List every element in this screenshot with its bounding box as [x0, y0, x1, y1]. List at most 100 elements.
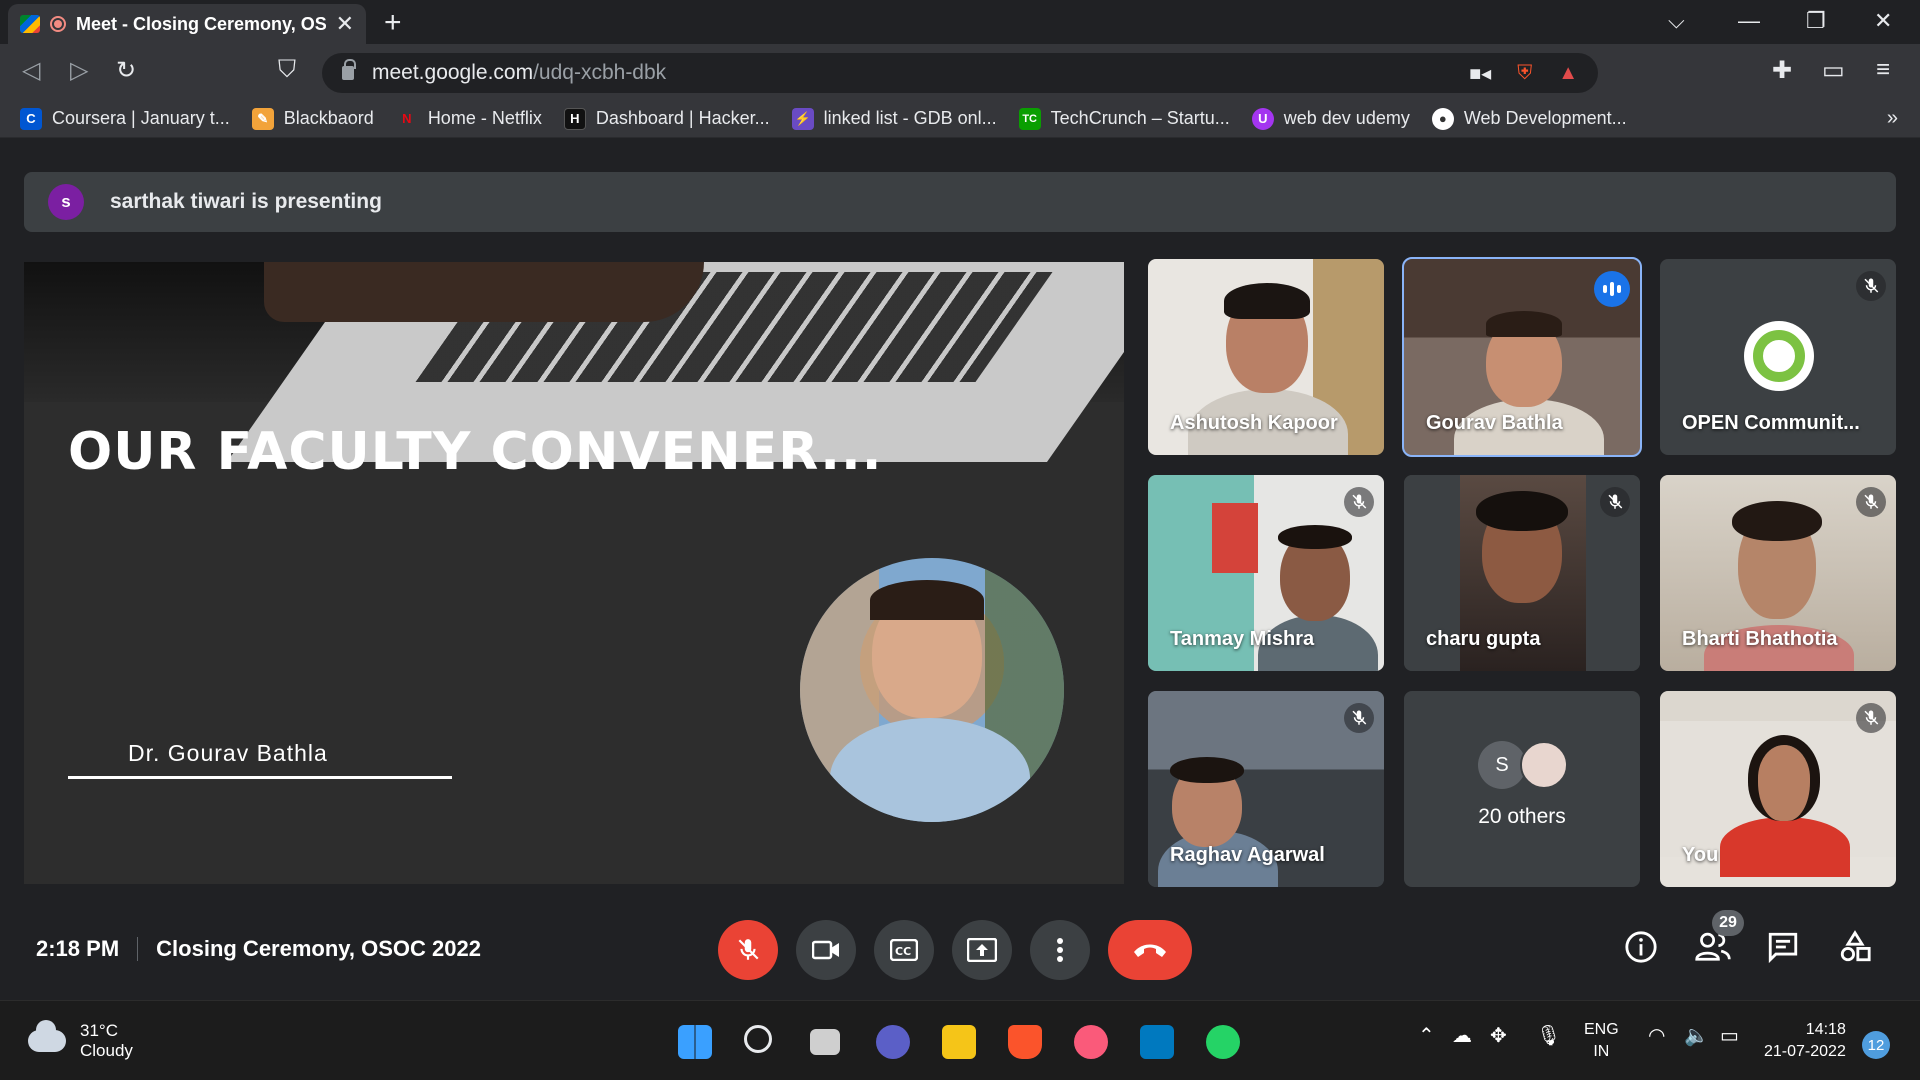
dropbox-icon[interactable]: ✥ — [1490, 1023, 1507, 1048]
separator — [137, 937, 139, 961]
bookmark-label: Web Development... — [1463, 108, 1627, 128]
participant-tile-raghav-agarwal[interactable]: Raghav Agarwal — [1148, 691, 1384, 887]
laptop-keyboard-image — [24, 262, 1124, 462]
search-icon[interactable] — [744, 1025, 772, 1053]
whatsapp-icon[interactable] — [1206, 1025, 1240, 1059]
more-bookmarks-icon[interactable]: » — [1887, 107, 1898, 130]
volume-icon[interactable]: 🔈 — [1684, 1023, 1709, 1048]
new-tab-button[interactable]: + — [384, 6, 402, 40]
video-camera-icon — [812, 940, 839, 960]
tab-search-chevron-icon[interactable]: ⌵ — [1668, 8, 1685, 34]
bookmark-label: Coursera | January t... — [52, 108, 230, 128]
captions-button[interactable]: CC — [874, 920, 934, 980]
input-language-indicator[interactable]: ENG IN — [1584, 1019, 1619, 1063]
onedrive-cloud-icon[interactable]: ☁ — [1452, 1023, 1472, 1048]
udemy-icon: U — [1251, 107, 1274, 130]
camera-in-use-icon[interactable]: ■◂ — [1469, 61, 1491, 86]
convener-photo — [800, 558, 1064, 822]
camera-toggle-button[interactable] — [796, 920, 856, 980]
bookmark-hackerrank[interactable]: H Dashboard | Hacker... — [563, 107, 770, 130]
present-now-button[interactable] — [952, 920, 1012, 980]
bookmark-web-development[interactable]: ● Web Development... — [1431, 107, 1627, 130]
participant-name: Gourav Bathla — [1426, 412, 1563, 434]
participant-tile-others[interactable]: S 20 others — [1404, 691, 1640, 887]
microphone-toggle-button[interactable] — [718, 920, 778, 980]
address-bar[interactable]: meet.google.com /udq-xcbh-dbk ■◂ ⛨ ▲ — [322, 53, 1598, 93]
meeting-details-button[interactable] — [1624, 930, 1658, 971]
bookmark-icon[interactable]: ⛉ — [278, 56, 296, 84]
back-button[interactable]: ◁ — [22, 56, 40, 85]
notification-count-badge[interactable]: 12 — [1862, 1031, 1890, 1059]
others-avatar-photo — [1520, 741, 1568, 789]
weather-widget[interactable]: 31°C Cloudy — [28, 1020, 133, 1061]
teams-chat-icon[interactable] — [876, 1025, 910, 1059]
others-avatar: S — [1478, 741, 1526, 789]
bookmark-techcrunch[interactable]: TC TechCrunch – Startu... — [1018, 107, 1230, 130]
participant-tile-charu-gupta[interactable]: charu gupta — [1404, 475, 1640, 671]
participant-tile-ashutosh-kapoor[interactable]: Ashutosh Kapoor — [1148, 259, 1384, 455]
extensions-puzzle-icon[interactable]: ✚ — [1772, 56, 1792, 85]
forward-button[interactable]: ▷ — [70, 56, 88, 85]
wifi-icon[interactable]: ◠ — [1648, 1023, 1665, 1048]
language-code: ENG — [1584, 1021, 1619, 1038]
hang-up-icon — [1134, 944, 1166, 957]
muted-mic-icon — [1344, 703, 1374, 733]
url-path: /udq-xcbh-dbk — [533, 61, 667, 84]
chat-icon — [1768, 932, 1798, 964]
chat-button[interactable] — [1766, 930, 1800, 971]
cloudy-weather-icon — [28, 1020, 66, 1052]
bookmark-label: linked list - GDB onl... — [823, 108, 997, 128]
bookmark-label: Blackbaord — [283, 108, 374, 128]
meeting-time: 2:18 PM — [36, 936, 120, 961]
show-hidden-icons-chevron-icon[interactable]: ⌃ — [1418, 1023, 1435, 1048]
participant-name: Raghav Agarwal — [1170, 844, 1325, 866]
file-explorer-icon[interactable] — [942, 1025, 976, 1059]
tab-title: Meet - Closing Ceremony, OSC — [76, 13, 326, 34]
participant-tile-gourav-bathla[interactable]: Gourav Bathla — [1402, 257, 1642, 457]
presenting-banner: s sarthak tiwari is presenting — [24, 172, 1896, 232]
leave-call-button[interactable] — [1108, 920, 1192, 980]
participant-tile-bharti-bhathotia[interactable]: Bharti Bhathotia — [1660, 475, 1896, 671]
reload-button[interactable]: ↻ — [116, 56, 136, 85]
bookmark-blackboard[interactable]: ✎ Blackbaord — [251, 107, 374, 130]
battery-icon[interactable]: ▭ — [1720, 1023, 1739, 1048]
participant-name: OPEN Communit... — [1682, 412, 1860, 434]
brave-shields-icon[interactable]: ⛨ — [1517, 62, 1532, 85]
show-everyone-button[interactable] — [1694, 930, 1732, 971]
trello-icon[interactable] — [1140, 1025, 1174, 1059]
minimize-button[interactable]: — — [1738, 8, 1760, 34]
brave-rewards-icon[interactable]: ▲ — [1558, 62, 1578, 85]
brave-browser-icon[interactable] — [1008, 1025, 1042, 1059]
region-code: IN — [1593, 1043, 1610, 1060]
bookmark-gdb[interactable]: ⚡ linked list - GDB onl... — [791, 107, 997, 130]
participant-tile-tanmay-mishra[interactable]: Tanmay Mishra — [1148, 475, 1384, 671]
blackboard-icon: ✎ — [251, 107, 274, 130]
participant-tile-open-community[interactable]: OPEN Communit... — [1660, 259, 1896, 455]
task-view-icon[interactable] — [810, 1029, 840, 1055]
presentation-slide: OUR FACULTY CONVENER... Dr. Gourav Bathl… — [24, 262, 1124, 884]
itunes-music-icon[interactable] — [1074, 1025, 1108, 1059]
slide-heading: OUR FACULTY CONVENER... — [68, 422, 883, 482]
participant-tile-you[interactable]: You — [1660, 691, 1896, 887]
temperature: 31°C — [80, 1021, 118, 1040]
bookmark-netflix[interactable]: N Home - Netflix — [396, 108, 542, 130]
bookmark-udemy[interactable]: U web dev udemy — [1251, 107, 1410, 130]
activities-shapes-icon — [1840, 930, 1871, 962]
bookmark-coursera[interactable]: C Coursera | January t... — [20, 107, 230, 130]
system-clock[interactable]: 14:18 21-07-2022 — [1764, 1019, 1846, 1063]
windows-start-icon[interactable] — [678, 1025, 712, 1059]
close-window-button[interactable]: ✕ — [1874, 8, 1892, 34]
microphone-tray-icon[interactable]: 🎙 — [1536, 1023, 1561, 1048]
wallet-icon[interactable]: ▭ — [1822, 56, 1845, 85]
web-dev-icon: ● — [1431, 107, 1454, 130]
browser-toolbar: ◁ ▷ ↻ ⛉ meet.google.com /udq-xcbh-dbk ■◂… — [0, 44, 1920, 100]
activities-button[interactable] — [1838, 930, 1872, 971]
browser-tab-meet[interactable]: Meet - Closing Ceremony, OSC ✕ — [8, 4, 366, 44]
close-tab-icon[interactable]: ✕ — [336, 11, 354, 37]
restore-button[interactable]: ❐ — [1806, 8, 1826, 34]
recording-indicator-icon — [50, 16, 66, 32]
techcrunch-icon: TC — [1018, 107, 1041, 130]
more-options-button[interactable] — [1030, 920, 1090, 980]
coursera-icon: C — [20, 107, 42, 130]
menu-icon[interactable]: ≡ — [1876, 56, 1890, 84]
